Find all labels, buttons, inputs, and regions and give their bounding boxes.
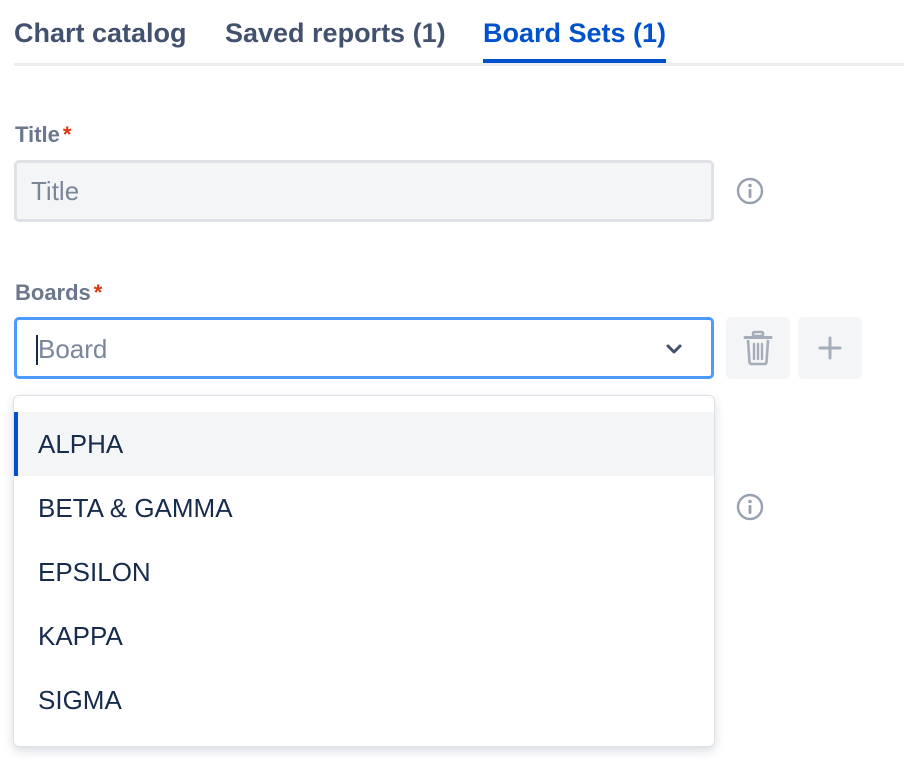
board-option-kappa[interactable]: KAPPA bbox=[14, 604, 714, 668]
boards-label-text: Boards bbox=[15, 280, 91, 305]
board-dropdown-menu: ALPHA BETA & GAMMA EPSILON KAPPA SIGMA bbox=[13, 395, 715, 747]
boards-field-label: Boards * bbox=[15, 280, 102, 306]
board-select-placeholder: Board bbox=[38, 334, 108, 364]
title-label-text: Title bbox=[15, 122, 60, 147]
delete-board-button[interactable] bbox=[726, 317, 790, 379]
title-required-mark: * bbox=[62, 122, 72, 147]
board-option-sigma[interactable]: SIGMA bbox=[14, 668, 714, 732]
tab-saved-reports[interactable]: Saved reports (1) bbox=[225, 16, 446, 63]
tab-bar: Chart catalog Saved reports (1) Board Se… bbox=[14, 0, 904, 66]
info-circle-icon[interactable] bbox=[735, 492, 765, 522]
info-circle-icon[interactable] bbox=[735, 176, 765, 206]
title-input[interactable] bbox=[14, 160, 714, 222]
board-option-alpha[interactable]: ALPHA bbox=[14, 412, 714, 476]
title-field-label: Title * bbox=[15, 122, 71, 148]
chevron-down-icon[interactable] bbox=[663, 340, 685, 358]
tab-chart-catalog[interactable]: Chart catalog bbox=[14, 16, 187, 63]
add-board-button[interactable] bbox=[798, 317, 862, 379]
board-option-epsilon[interactable]: EPSILON bbox=[14, 540, 714, 604]
tab-board-sets[interactable]: Board Sets (1) bbox=[483, 16, 667, 63]
trash-icon bbox=[743, 330, 773, 366]
board-select[interactable]: Board bbox=[14, 317, 714, 379]
boards-required-mark: * bbox=[93, 280, 103, 305]
board-option-beta-gamma[interactable]: BETA & GAMMA bbox=[14, 476, 714, 540]
plus-icon bbox=[818, 336, 842, 360]
